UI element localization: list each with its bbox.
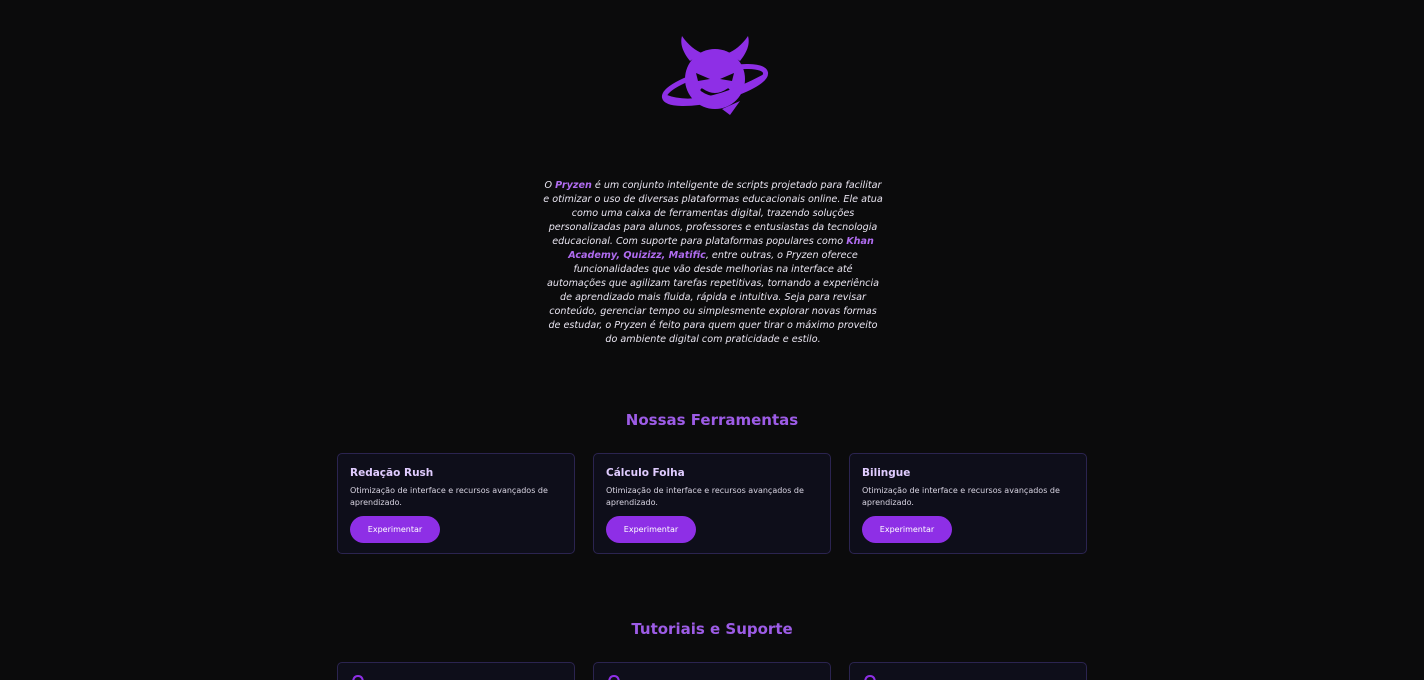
try-button-bilingue[interactable]: Experimentar bbox=[862, 516, 952, 543]
support-icon bbox=[352, 675, 364, 680]
intro-brand-highlight: Pryzen bbox=[555, 180, 592, 191]
intro-text-3: , entre outras, o Pryzen oferece funcion… bbox=[547, 250, 879, 345]
tutorials-section-title: Tutoriais e Suporte bbox=[631, 620, 793, 638]
tools-section-title: Nossas Ferramentas bbox=[625, 411, 799, 429]
support-icon bbox=[864, 675, 876, 680]
tool-card-bilingue: Bilingue Otimização de interface e recur… bbox=[849, 453, 1087, 554]
tutorial-card[interactable] bbox=[849, 662, 1087, 680]
try-button-calculo-folha[interactable]: Experimentar bbox=[606, 516, 696, 543]
page: O Pryzen é um conjunto inteligente de sc… bbox=[0, 0, 1424, 680]
intro-paragraph: O Pryzen é um conjunto inteligente de sc… bbox=[543, 179, 883, 347]
tool-card-redacao-rush: Redação Rush Otimização de interface e r… bbox=[337, 453, 575, 554]
tool-card-title: Bilingue bbox=[862, 467, 911, 479]
tool-card-calculo-folha: Cálculo Folha Otimização de interface e … bbox=[593, 453, 831, 554]
tool-card-title: Cálculo Folha bbox=[606, 467, 685, 479]
tool-card-title: Redação Rush bbox=[350, 467, 434, 479]
tool-card-description: Otimização de interface e recursos avanç… bbox=[862, 486, 1060, 507]
tutorial-card[interactable] bbox=[337, 662, 575, 680]
support-icon bbox=[608, 675, 620, 680]
tutorial-card[interactable] bbox=[593, 662, 831, 680]
intro-text-1: O bbox=[544, 180, 556, 191]
intro-text-2: é um conjunto inteligente de scripts pro… bbox=[543, 180, 883, 247]
tool-card-description: Otimização de interface e recursos avanç… bbox=[606, 486, 804, 507]
try-button-redacao-rush[interactable]: Experimentar bbox=[350, 516, 440, 543]
devil-planet-logo-icon bbox=[661, 36, 769, 115]
tool-card-description: Otimização de interface e recursos avanç… bbox=[350, 486, 548, 507]
